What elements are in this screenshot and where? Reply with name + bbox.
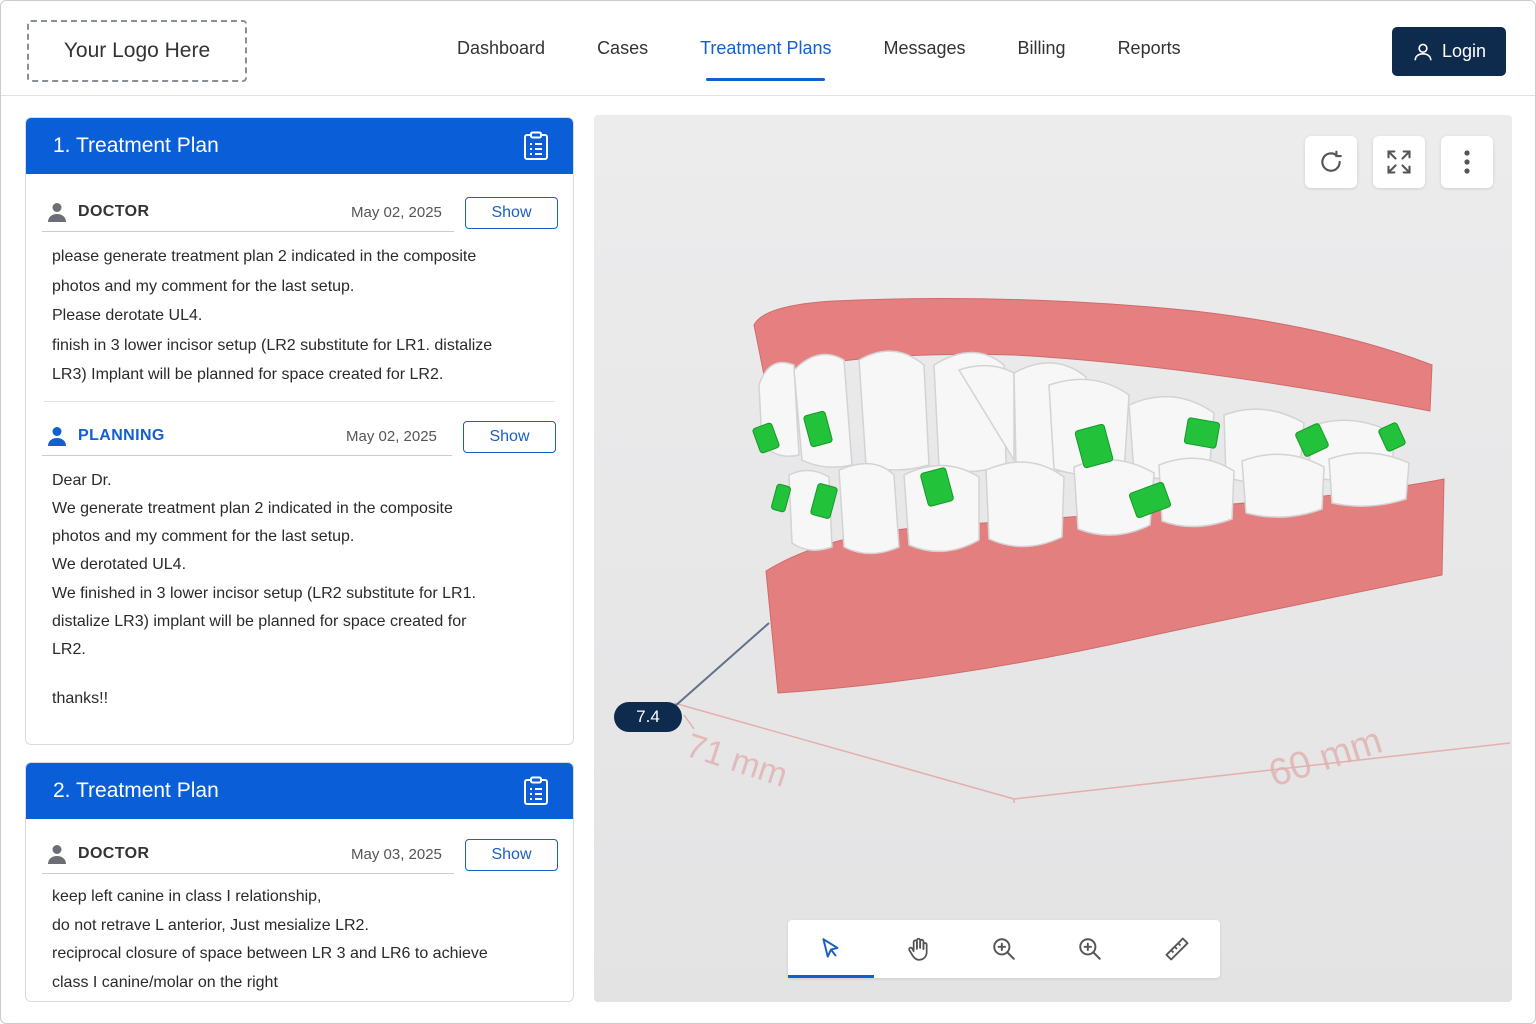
person-icon [48,203,66,222]
more-vertical-icon [1464,150,1470,174]
treatment-plan-header: 1. Treatment Plan [26,118,573,174]
fullscreen-icon [1387,150,1411,174]
dental-model[interactable]: 71 mm 60 mm [594,115,1512,1002]
login-button[interactable]: Login [1392,27,1506,76]
main-nav: Dashboard Cases Treatment Plans Messages… [431,1,1207,96]
treatment-plan-title: 1. Treatment Plan [53,134,219,157]
doctor-entry: DOCTOR May 03, 2025 Show keep left canin… [26,819,573,997]
entry-date: May 02, 2025 [346,427,437,445]
nav-treatment-plans[interactable]: Treatment Plans [674,1,857,96]
logo-placeholder[interactable]: Your Logo Here [27,20,247,82]
doctor-entry: DOCTOR May 02, 2025 Show please generate… [26,174,573,402]
show-button[interactable]: Show [463,420,556,453]
message-text: please generate treatment plan 2 indicat… [52,248,493,383]
role-name: DOCTOR [78,845,150,862]
treatment-plan-header: 2. Treatment Plan [26,763,573,819]
treatment-plan-card-2: 2. Treatment Plan DOCTOR May 03, 2025 Sh… [25,762,574,1002]
reset-view-button[interactable] [1305,136,1357,188]
role-label: DOCTOR [48,202,149,222]
treatment-plan-card-1: 1. Treatment Plan DOCTOR May 02, 2025 Sh… [25,117,574,745]
message-text: keep left canine in class I relationship… [52,888,488,991]
measurement-leader-line [673,622,770,708]
nav-reports[interactable]: Reports [1092,1,1207,96]
more-options-button[interactable] [1441,136,1493,188]
axis-label-left: 71 mm [682,726,793,794]
top-navigation-bar: Your Logo Here Dashboard Cases Treatment… [1,1,1535,96]
entry-date: May 02, 2025 [351,204,442,221]
fullscreen-button[interactable] [1373,136,1425,188]
nav-cases[interactable]: Cases [571,1,674,96]
login-label: Login [1441,41,1487,61]
pan-tool-button[interactable] [874,920,960,978]
user-icon [1414,43,1432,60]
ruler-icon [1165,937,1189,961]
nav-billing[interactable]: Billing [992,1,1092,96]
entry-date: May 03, 2025 [351,846,442,863]
select-tool-button[interactable] [788,920,875,978]
viewer-toolbar [788,920,1220,978]
zoom-icon [1079,938,1102,960]
role-label: DOCTOR [48,844,149,864]
role-label: PLANNING [48,426,165,446]
planning-entry: PLANNING May 02, 2025 Show Dear Dr. We g… [26,402,573,713]
app-window: Your Logo Here Dashboard Cases Treatment… [0,0,1536,1024]
axis-label-right: 60 mm [1264,720,1387,796]
nav-messages[interactable]: Messages [857,1,991,96]
measurement-badge[interactable]: 7.4 [614,702,682,732]
person-icon [48,426,66,446]
treatment-plan-title: 2. Treatment Plan [53,779,219,802]
rotate-reset-icon [1321,150,1342,172]
show-button[interactable]: Show [465,197,558,229]
nav-dashboard[interactable]: Dashboard [431,1,571,96]
measure-tool-button[interactable] [1134,920,1220,978]
3d-model-viewer[interactable]: 71 mm 60 mm 7.4 [594,115,1512,1002]
person-icon [48,845,66,864]
message-text: Dear Dr. We generate treatment plan 2 in… [52,471,476,707]
zoom-tool-button[interactable] [1047,920,1133,978]
role-name: DOCTOR [78,203,150,220]
select-pointer-icon [822,938,839,958]
zoom-in-tool-button[interactable] [961,920,1047,978]
clipboard-icon[interactable] [523,776,549,806]
role-name: PLANNING [78,426,165,444]
pan-hand-icon [907,937,928,961]
show-button[interactable]: Show [465,839,558,871]
zoom-in-icon [993,938,1015,960]
clipboard-icon[interactable] [523,131,549,161]
